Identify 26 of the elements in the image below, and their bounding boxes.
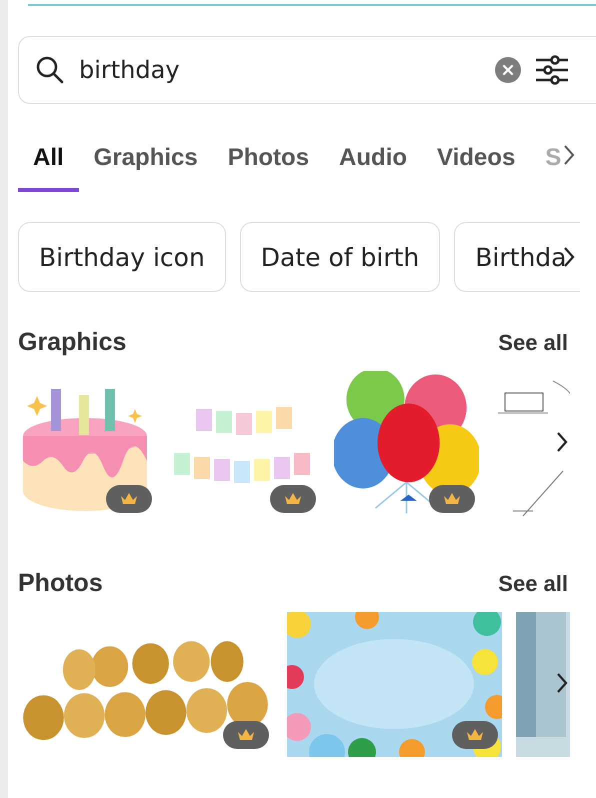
tab[interactable]: Photos — [212, 134, 324, 192]
tab[interactable]: Graphics — [78, 134, 213, 192]
crown-icon — [120, 492, 138, 506]
chevron-right-icon[interactable] — [563, 144, 576, 166]
section-title: Graphics — [18, 328, 126, 357]
suggestion-chip[interactable]: Date of birth — [240, 222, 440, 292]
crown-icon — [466, 728, 484, 742]
tab[interactable]: Videos — [422, 134, 530, 192]
crown-icon — [284, 492, 302, 506]
tab[interactable]: Audio — [324, 134, 422, 192]
suggestion-chip[interactable]: Birthday icon — [18, 222, 226, 292]
see-all-link[interactable]: See all — [498, 330, 568, 356]
chevron-right-icon[interactable] — [556, 431, 568, 453]
tab[interactable]: All — [18, 134, 79, 192]
clear-icon[interactable] — [495, 57, 521, 83]
crown-icon — [443, 492, 461, 506]
search-field[interactable]: birthday — [18, 36, 596, 104]
chevron-right-icon[interactable] — [556, 672, 568, 694]
suggestion-chip[interactable]: Birthda — [454, 222, 580, 292]
filter-icon[interactable] — [535, 54, 569, 86]
crown-icon — [237, 728, 255, 742]
search-input[interactable]: birthday — [79, 56, 481, 84]
search-icon — [35, 55, 65, 85]
see-all-link[interactable]: See all — [498, 570, 568, 596]
section-title: Photos — [18, 569, 103, 598]
chevron-right-icon[interactable] — [563, 246, 575, 268]
